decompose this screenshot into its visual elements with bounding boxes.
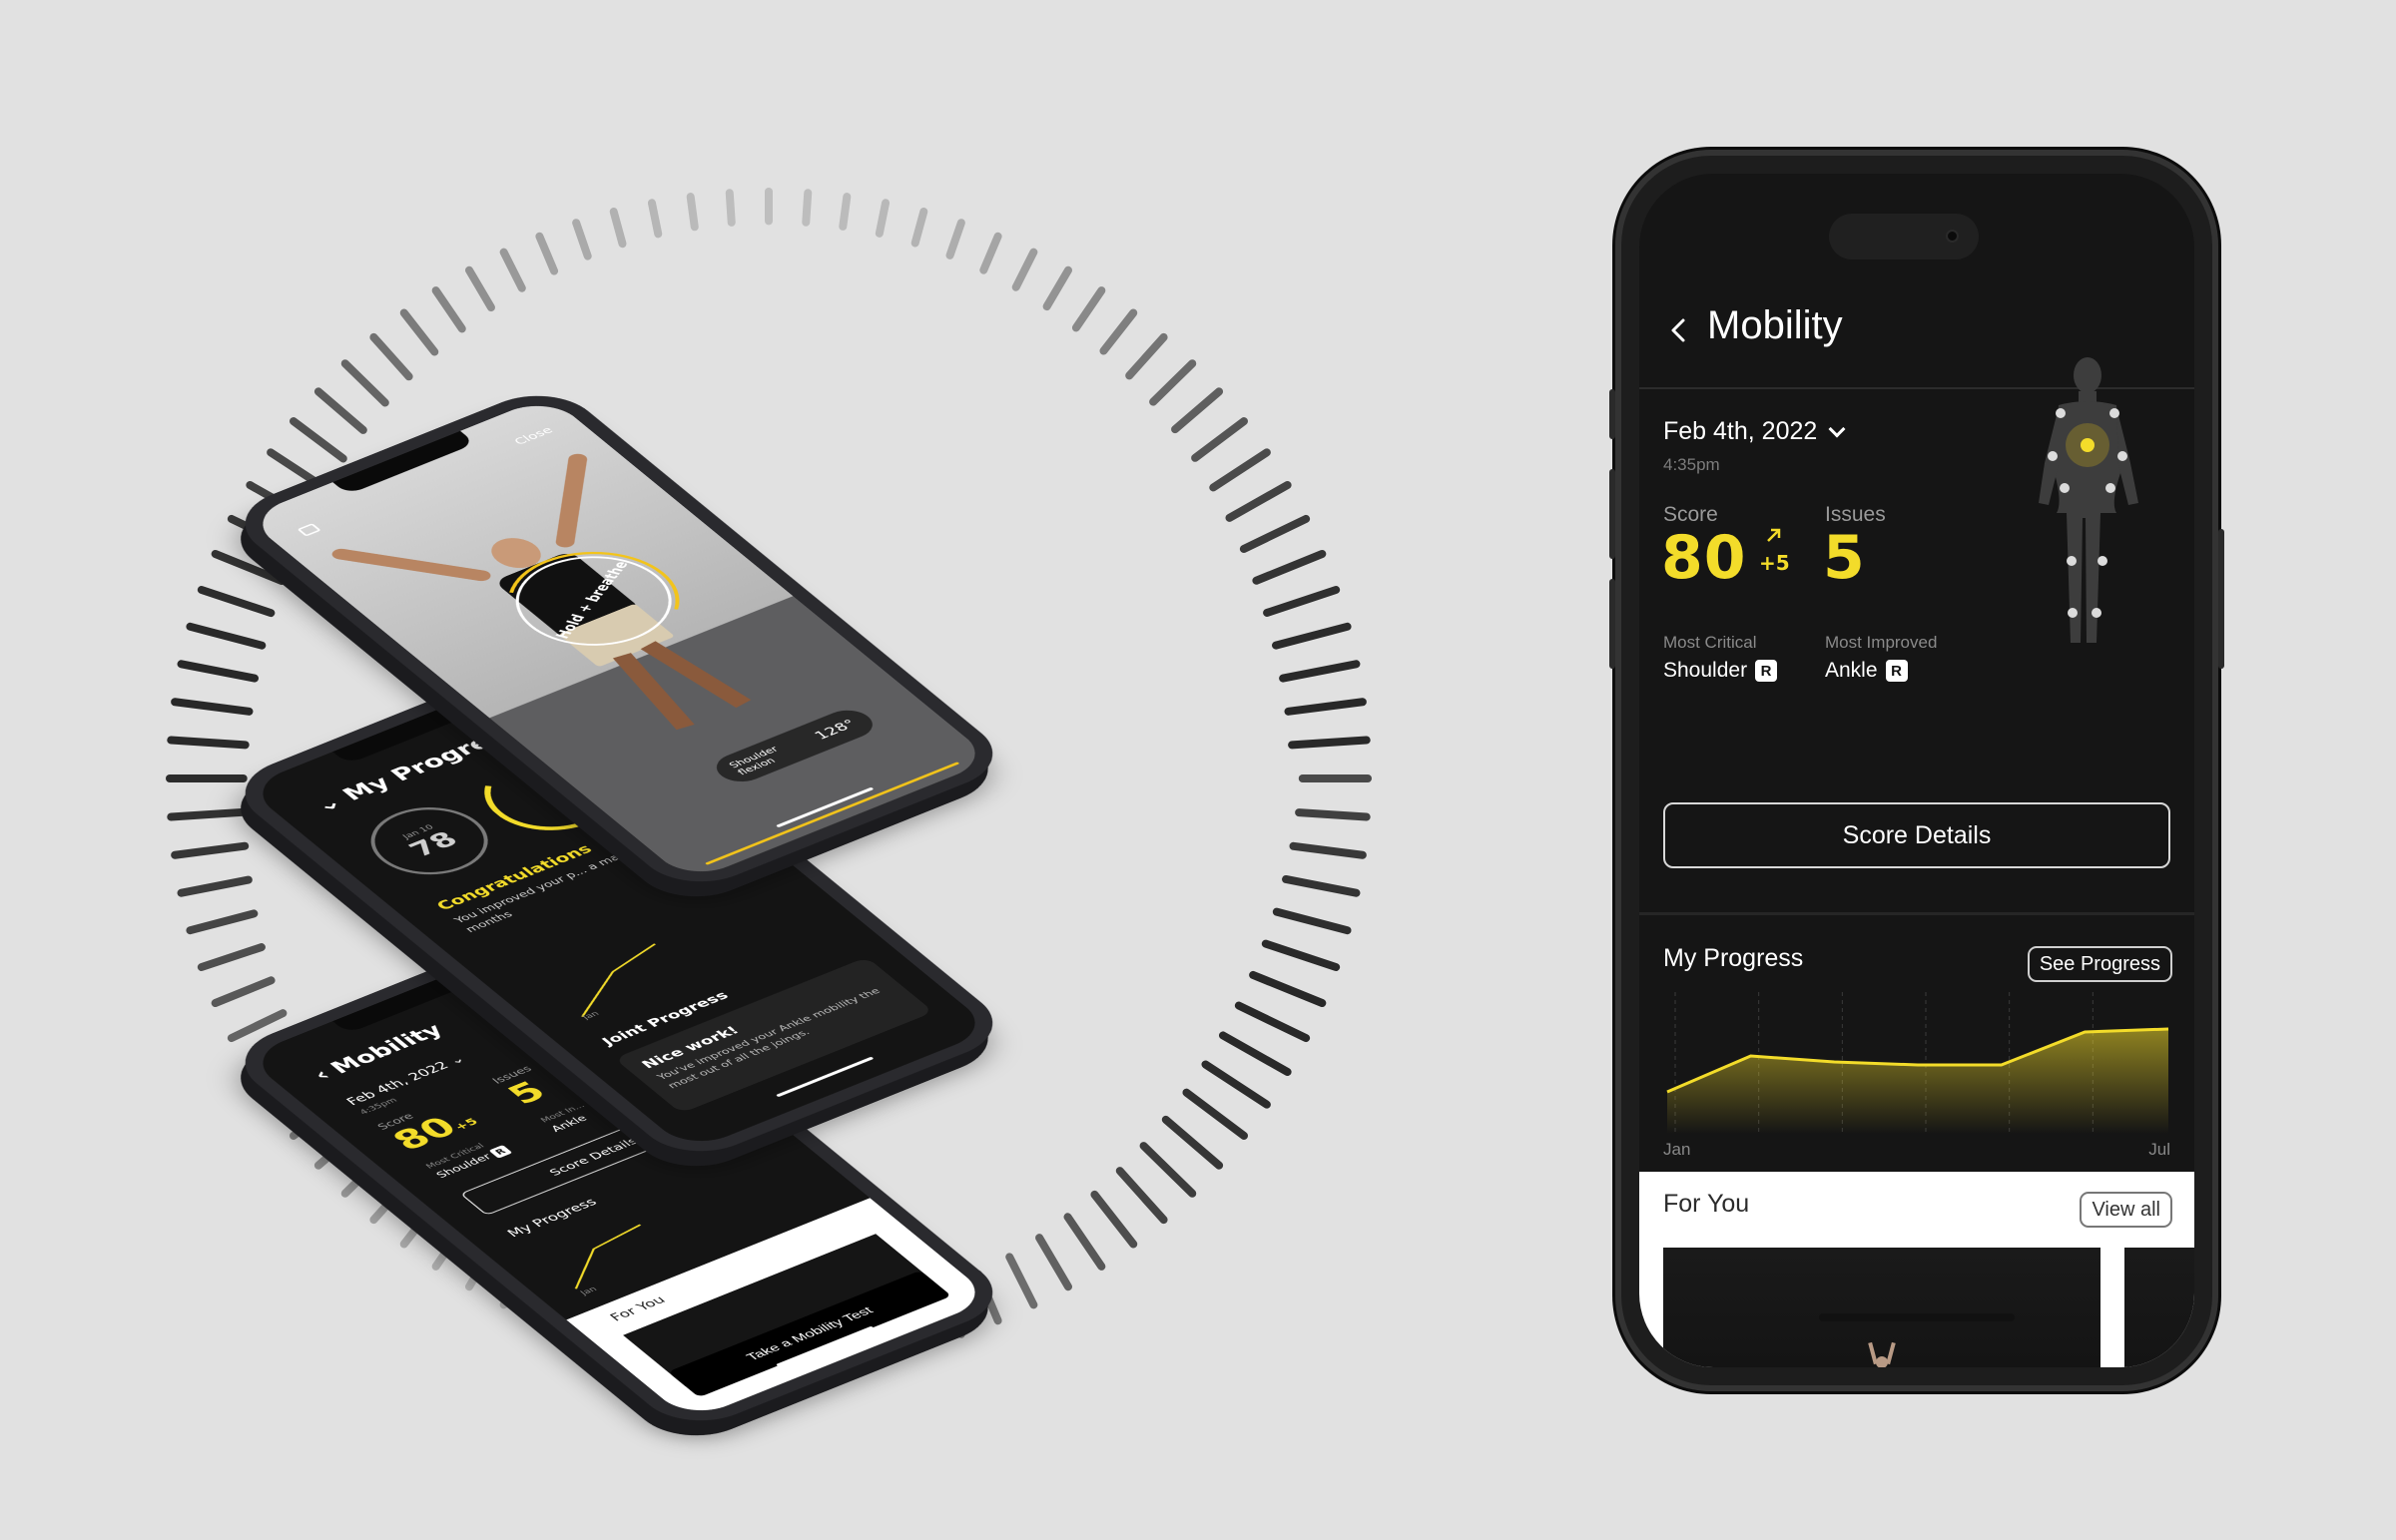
athlete-figure (1868, 1341, 1896, 1367)
for-you-title: For You (607, 1293, 669, 1324)
main-phone: Mobility Feb 4th, 2022 4:35pm Score 80 +… (1609, 150, 2224, 1391)
joint-point (2056, 408, 2066, 418)
joint-point (2068, 608, 2078, 618)
joint-point (2109, 408, 2119, 418)
most-critical-joint: Shoulder R (1663, 659, 1778, 683)
for-you-title: For You (1663, 1190, 1750, 1218)
session-time: 4:35pm (1663, 455, 1720, 474)
joint-point (2067, 556, 2077, 566)
side-badge: R (488, 1145, 513, 1159)
joint-point (2060, 483, 2070, 493)
volume-up-button (1609, 469, 1615, 559)
my-progress-title: My Progress (1663, 944, 1804, 972)
joint-point (2117, 451, 2127, 461)
score-details-button[interactable]: Score Details (1663, 802, 2170, 868)
volume-down-button (1609, 579, 1615, 669)
issues-value: 5 (1823, 523, 1866, 593)
score-value: 80 (1661, 523, 1747, 593)
for-you-card-next[interactable] (2124, 1248, 2194, 1367)
arrow-up-right-icon (1765, 525, 1783, 549)
session-date: Feb 4th, 2022 (1663, 417, 1818, 445)
most-critical-value: Shoulder (1663, 659, 1748, 682)
progress-line (581, 943, 656, 1017)
page-title: Mobility (1707, 303, 1843, 347)
chevron-down-icon: ⌄ (445, 1053, 469, 1067)
action-button (1609, 389, 1615, 439)
most-improved-label: Most Improved (1825, 633, 1938, 652)
progress-chart (1666, 992, 2169, 1134)
front-camera (1946, 230, 1959, 243)
side-badge: R (1755, 660, 1778, 682)
power-button (2218, 529, 2224, 669)
most-improved-value: Ankle (1825, 659, 1878, 682)
body-map[interactable] (2031, 353, 2160, 653)
session-date-selector[interactable]: Feb 4th, 2022 (1663, 417, 1846, 446)
x-tick-label: Jan (578, 1285, 600, 1297)
most-improved-joint: Ankle R (1825, 659, 1908, 683)
x-tick-label: Jan (580, 1010, 602, 1022)
highlighted-joint-point (2081, 438, 2095, 452)
home-indicator (1819, 1313, 2015, 1321)
tilted-phone-stack: ‹ Mobility Feb 4th, 2022 ⌄ 4:35pm Score … (0, 0, 1398, 1540)
for-you-card[interactable] (1663, 1248, 2100, 1367)
dynamic-island (1829, 214, 1979, 259)
most-critical-label: Most Critical (1663, 633, 1757, 652)
chevron-down-icon (1828, 420, 1846, 437)
notch (332, 969, 476, 1034)
measurement-value: 128° (811, 717, 861, 743)
chevron-left-icon[interactable] (1667, 315, 1699, 347)
joint-point (2048, 451, 2058, 461)
mini-progress-line (574, 1224, 642, 1289)
joint-point (2092, 608, 2101, 618)
see-progress-button[interactable]: See Progress (2027, 946, 2172, 982)
score-delta: +5 (1759, 551, 1790, 575)
x-tick-label-start: Jan (1663, 1140, 1691, 1159)
score-history-circle: Jan 10 78 (347, 793, 511, 888)
chart-area (1667, 1029, 2168, 1134)
x-tick-label-end: Jul (2148, 1140, 2170, 1159)
joint-point (2105, 483, 2115, 493)
side-badge: R (1885, 660, 1908, 682)
mobility-screen: Mobility Feb 4th, 2022 4:35pm Score 80 +… (1639, 174, 2194, 1367)
view-all-button[interactable]: View all (2080, 1192, 2172, 1228)
for-you-section: For You View all Take a Mobility Test (1639, 1172, 2194, 1367)
joint-point (2097, 556, 2107, 566)
section-divider (1639, 912, 2194, 915)
